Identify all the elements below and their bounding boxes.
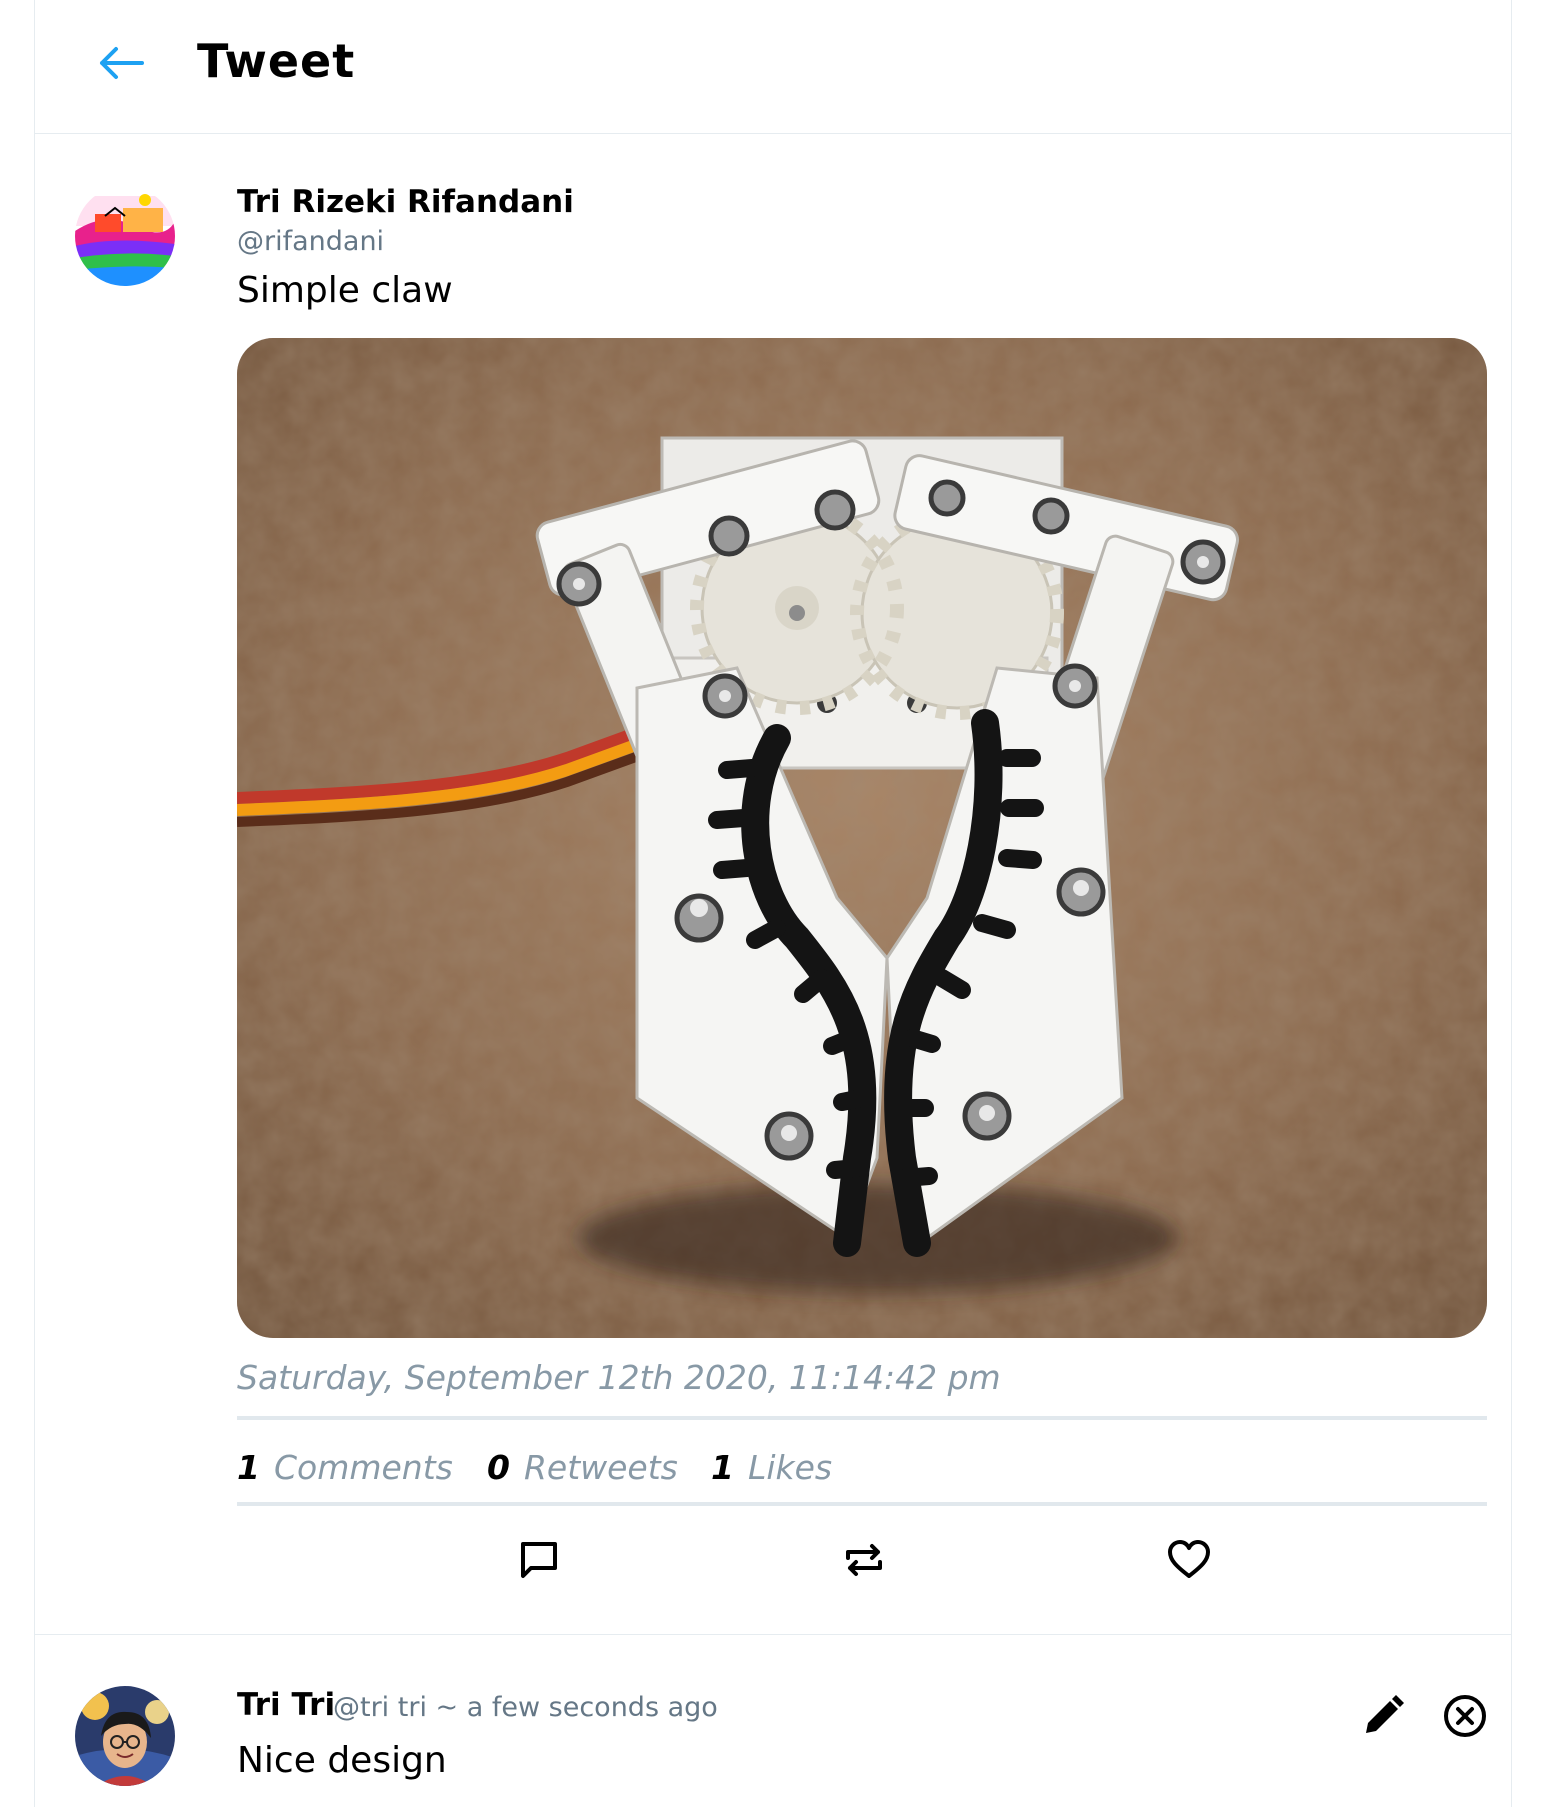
robot-claw-photo	[237, 338, 1487, 1338]
reply-avatar[interactable]	[75, 1686, 175, 1786]
comment-icon	[521, 1542, 557, 1578]
retweets-count: 0	[487, 1447, 510, 1487]
author-name[interactable]: Tri Rizeki Rifandani	[237, 184, 574, 220]
tweet-timestamp: Saturday, September 12th 2020, 11:14:42 …	[237, 1358, 1001, 1397]
edit-reply-button[interactable]	[1357, 1690, 1409, 1742]
stats-top-divider	[237, 1416, 1487, 1420]
reply-separator	[35, 1634, 1511, 1635]
like-button[interactable]	[1161, 1532, 1217, 1588]
back-button[interactable]	[91, 38, 151, 88]
close-circle-icon	[1444, 1695, 1486, 1737]
author-avatar[interactable]	[75, 186, 175, 286]
comments-stat[interactable]: 1 Comments	[237, 1448, 487, 1487]
delete-reply-button[interactable]	[1439, 1690, 1491, 1742]
likes-stat[interactable]: 1 Likes	[711, 1448, 832, 1487]
comments-label: Comments	[273, 1447, 453, 1487]
likes-count: 1	[711, 1447, 734, 1487]
retweet-icon	[846, 1544, 882, 1576]
heart-icon	[1168, 1540, 1210, 1578]
tweet-media-image[interactable]	[237, 338, 1487, 1338]
author-handle[interactable]: @rifandani	[237, 226, 384, 257]
page-header: Tweet	[35, 0, 1511, 134]
page-title: Tweet	[197, 34, 356, 88]
comment-button[interactable]	[511, 1532, 567, 1588]
retweets-label: Retweets	[523, 1447, 678, 1487]
pencil-icon	[1366, 1695, 1404, 1733]
reply-text: Nice design	[237, 1740, 447, 1781]
reply-meta: @tri tri ~ a few seconds ago	[333, 1692, 718, 1723]
reply-author-name[interactable]: Tri Tri	[237, 1687, 335, 1723]
arrow-left-icon	[100, 47, 144, 79]
tweet-text: Simple claw	[237, 270, 453, 311]
likes-label: Likes	[747, 1447, 833, 1487]
stats-bottom-divider	[237, 1502, 1487, 1506]
comments-count: 1	[237, 1447, 260, 1487]
tweet-stats: 1 Comments 0 Retweets 1 Likes	[237, 1444, 832, 1490]
retweet-button[interactable]	[836, 1532, 892, 1588]
tweet-detail-column: Tweet Tri Rizeki Rifandani @rifandani Si…	[34, 0, 1512, 1807]
retweets-stat[interactable]: 0 Retweets	[487, 1448, 711, 1487]
